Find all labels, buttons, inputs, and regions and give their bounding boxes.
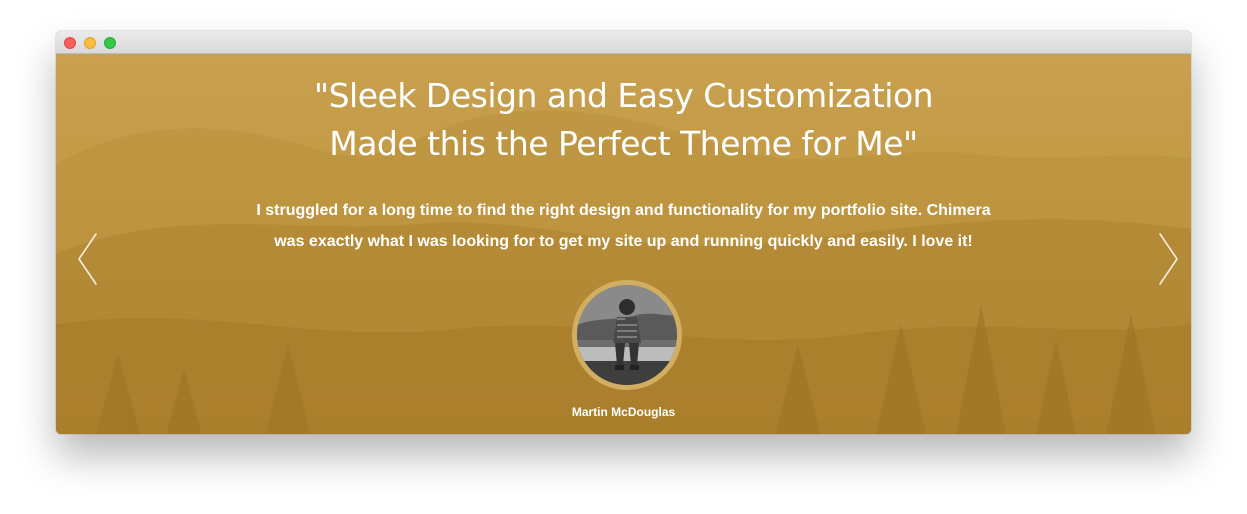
window-titlebar [56, 31, 1191, 54]
author-photo [577, 285, 677, 385]
minimize-window-button[interactable] [84, 37, 96, 49]
browser-window: "Sleek Design and Easy Customization Mad… [56, 31, 1191, 434]
carousel-prev-button[interactable] [76, 232, 100, 286]
author-name: Martin McDouglas [571, 405, 676, 419]
testimonial-body-line1: I struggled for a long time to find the … [256, 202, 991, 219]
testimonial-headline-line2: Made this the Perfect Theme for Me" [329, 124, 918, 163]
author-avatar [572, 280, 682, 390]
maximize-window-button[interactable] [104, 37, 116, 49]
testimonial-section: "Sleek Design and Easy Customization Mad… [56, 54, 1191, 434]
testimonial-headline-line1: "Sleek Design and Easy Customization [313, 76, 934, 115]
chevron-left-icon [78, 233, 97, 285]
close-window-button[interactable] [64, 37, 76, 49]
chevron-right-icon [1159, 233, 1178, 285]
testimonial-body-line2: was exactly what I was looking for to ge… [274, 233, 973, 250]
page: "Sleek Design and Easy Customization Mad… [0, 0, 1247, 514]
carousel-next-button[interactable] [1156, 232, 1180, 286]
